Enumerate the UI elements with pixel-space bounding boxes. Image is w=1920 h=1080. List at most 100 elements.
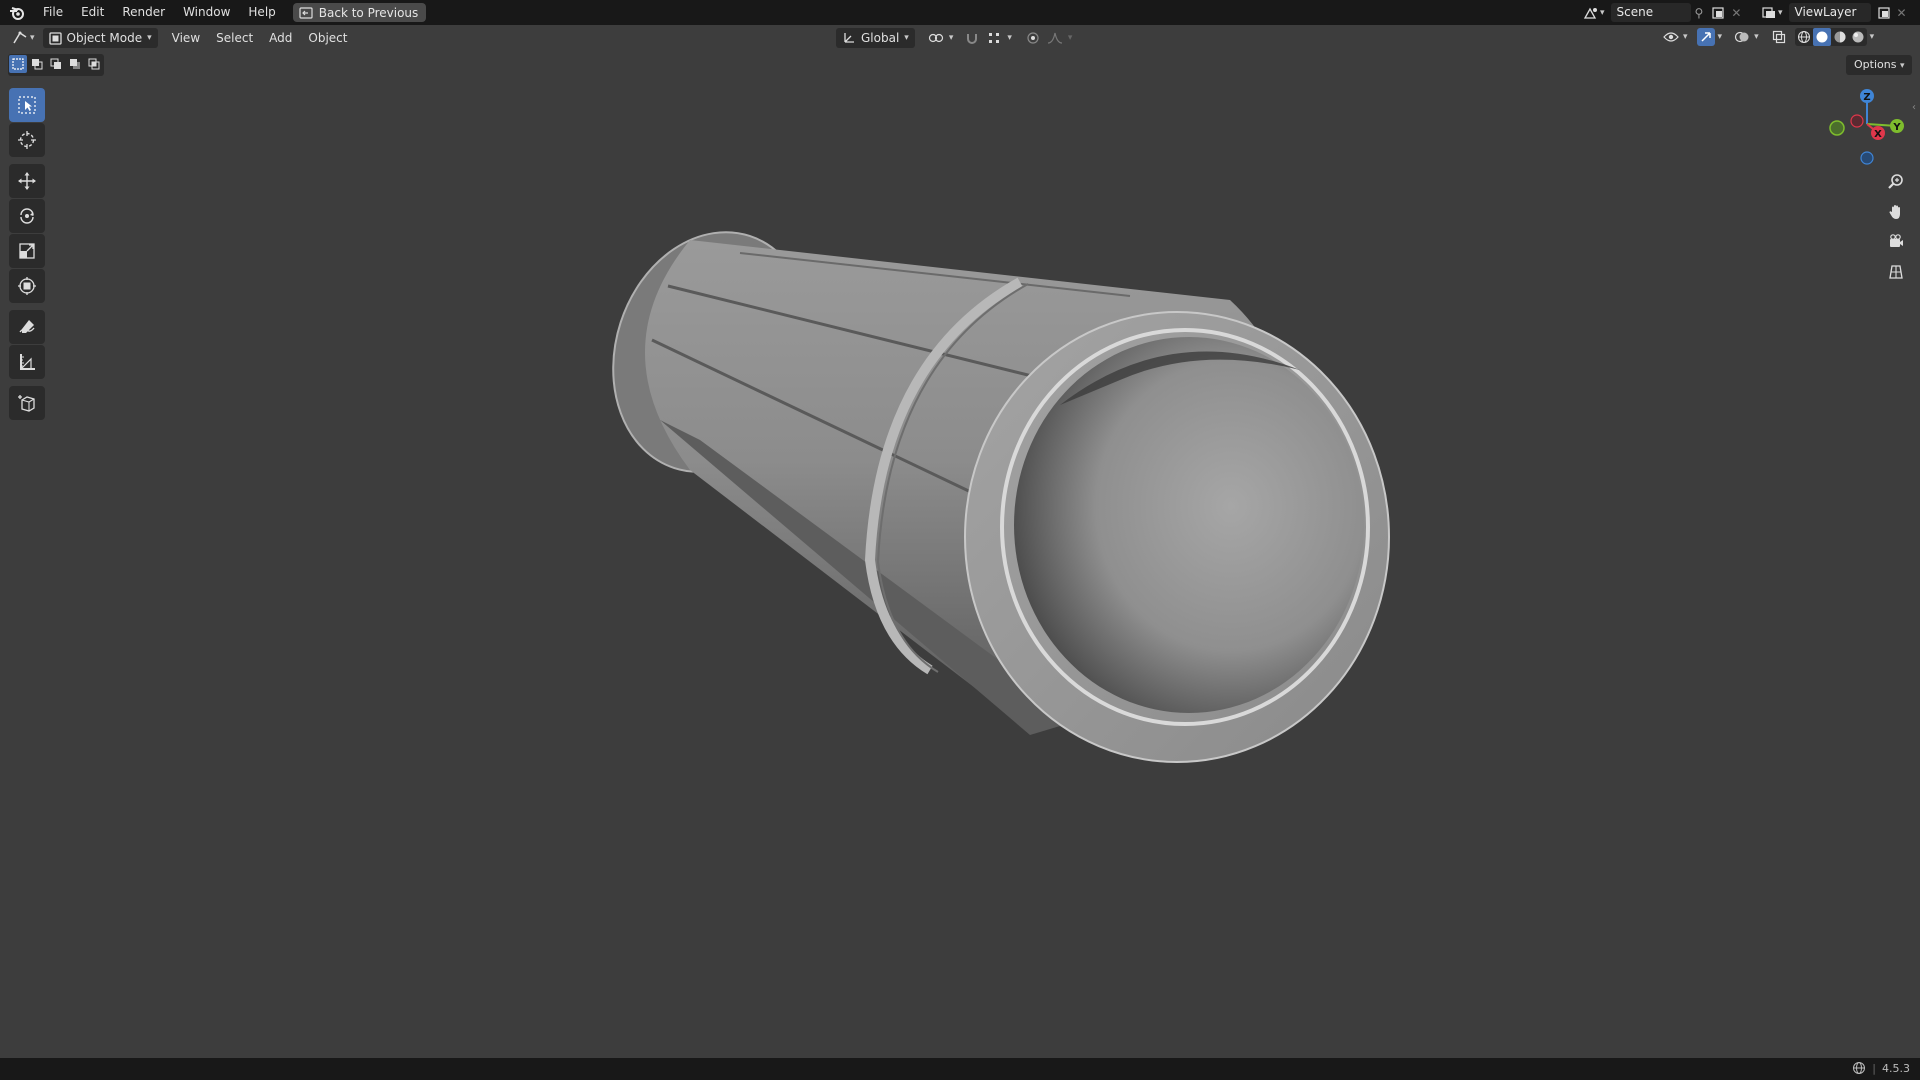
tube-opening: [1014, 337, 1364, 713]
header-menu-select[interactable]: Select: [208, 28, 261, 48]
gizmo-toggle-icon[interactable]: [1696, 28, 1715, 46]
transform-icon: [18, 277, 36, 295]
gizmo-chevron-icon[interactable]: ▾: [1718, 32, 1723, 42]
viewport-canvas[interactable]: [0, 51, 1920, 1058]
object-mode-label: Object Mode: [66, 31, 143, 45]
delete-view-layer-icon[interactable]: ✕: [1897, 6, 1907, 20]
scene-selector: ▾ Scene ⚲ ✕: [1582, 2, 1742, 23]
pan-hand-icon[interactable]: [1880, 198, 1912, 226]
rotate-icon: [20, 208, 34, 224]
menu-window[interactable]: Window: [174, 0, 239, 25]
transform-orientation-label: Global: [861, 31, 900, 45]
viewport-header: ▾ Object Mode ▾ View Select Add Object G…: [0, 25, 1920, 51]
shading-chevron-icon[interactable]: ▾: [1870, 32, 1875, 42]
navigation-gizmo[interactable]: Z Y X: [1820, 86, 1916, 166]
add-cube-tool[interactable]: [9, 386, 45, 420]
tube-mesh[interactable]: [583, 206, 1390, 763]
view-layer-icon[interactable]: [1760, 4, 1778, 22]
add-cube-icon: [18, 395, 35, 412]
menu-edit[interactable]: Edit: [72, 0, 113, 25]
chevron-down-icon: ▾: [904, 33, 909, 43]
transform-tool[interactable]: [9, 269, 45, 303]
sidebar-toggle-icon[interactable]: ‹: [1912, 102, 1916, 113]
z-axis-label: Z: [1863, 92, 1870, 103]
view-layer-name-field[interactable]: ViewLayer: [1788, 3, 1871, 22]
falloff-icon[interactable]: [1046, 29, 1064, 47]
header-menu-add[interactable]: Add: [261, 28, 300, 48]
perspective-grid-icon[interactable]: [1880, 258, 1912, 286]
x-axis-label: X: [1874, 129, 1882, 140]
pivot-chevron-icon[interactable]: ▾: [949, 33, 954, 43]
blender-logo-icon[interactable]: [0, 0, 34, 25]
menu-file[interactable]: File: [34, 0, 72, 25]
zoom-icon[interactable]: [1880, 168, 1912, 196]
pivot-point-icon[interactable]: [927, 29, 945, 47]
visibility-chevron-icon[interactable]: ▾: [1683, 32, 1688, 42]
move-tool[interactable]: [9, 164, 45, 198]
select-box-tool[interactable]: [9, 88, 45, 122]
scene-icon[interactable]: [1582, 4, 1600, 22]
version-info: | 4.5.3: [1852, 1061, 1910, 1075]
visibility-eye-icon[interactable]: [1662, 28, 1680, 46]
shading-mode-group: [1794, 28, 1867, 46]
solid-shading-icon[interactable]: [1812, 28, 1831, 46]
annotate-tool[interactable]: [9, 310, 45, 344]
measure-icon: [20, 354, 35, 370]
object-mode-icon: [48, 31, 62, 45]
header-menu-view[interactable]: View: [164, 28, 208, 48]
transform-orientation-dropdown[interactable]: Global ▾: [836, 28, 915, 48]
select-box-icon: [18, 96, 36, 114]
material-shading-icon[interactable]: [1831, 28, 1849, 46]
proportional-edit-icon[interactable]: [1024, 29, 1042, 47]
annotate-icon: [19, 320, 35, 333]
top-bar: File Edit Render Window Help Back to Pre…: [0, 0, 1920, 25]
version-label: 4.5.3: [1882, 1061, 1910, 1075]
cursor-tool[interactable]: [9, 123, 45, 157]
cursor-icon: [18, 131, 36, 149]
status-divider: |: [1872, 1061, 1876, 1075]
tool-shelf: [9, 88, 47, 421]
y-axis-label: Y: [1892, 122, 1901, 133]
editor-type-icon[interactable]: [12, 29, 30, 47]
wireframe-shading-icon[interactable]: [1795, 28, 1813, 46]
back-to-previous-button[interactable]: Back to Previous: [292, 3, 427, 22]
neg-z-axis-icon[interactable]: [1860, 151, 1874, 165]
rotate-tool[interactable]: [9, 199, 45, 233]
xray-toggle-icon[interactable]: [1770, 28, 1788, 46]
pin-icon[interactable]: ⚲: [1695, 6, 1704, 20]
neg-y-axis-icon[interactable]: [1829, 120, 1845, 136]
status-bar: | 4.5.3: [0, 1058, 1920, 1080]
orientation-axes-icon: [844, 33, 854, 43]
object-mode-dropdown[interactable]: Object Mode ▾: [42, 28, 158, 48]
view-layer-selector: ▾ ViewLayer ✕: [1760, 2, 1920, 23]
measure-tool[interactable]: [9, 345, 45, 379]
back-icon: [299, 6, 313, 19]
menu-help[interactable]: Help: [239, 0, 284, 25]
scene-name-field[interactable]: Scene: [1610, 3, 1691, 22]
falloff-chevron-icon[interactable]: ▾: [1068, 33, 1073, 43]
transform-controls: Global ▾ ▾ ▾ ▾: [836, 28, 1072, 48]
snap-toggle-icon[interactable]: [963, 29, 981, 47]
scene-chevron-icon[interactable]: ▾: [1600, 8, 1605, 18]
network-globe-icon[interactable]: [1852, 1061, 1866, 1075]
overlays-toggle-icon[interactable]: [1733, 28, 1751, 46]
overlays-chevron-icon[interactable]: ▾: [1754, 32, 1759, 42]
delete-scene-icon[interactable]: ✕: [1731, 6, 1741, 20]
scale-tool[interactable]: [9, 234, 45, 268]
new-scene-icon[interactable]: [1709, 4, 1727, 22]
rendered-shading-icon[interactable]: [1849, 28, 1867, 46]
editor-type-chevron-icon[interactable]: ▾: [30, 33, 35, 43]
header-menu-object[interactable]: Object: [300, 28, 355, 48]
snap-target-icon[interactable]: [985, 29, 1003, 47]
back-to-previous-label: Back to Previous: [318, 5, 419, 20]
neg-x-axis-icon[interactable]: [1850, 114, 1864, 128]
camera-view-icon[interactable]: [1880, 228, 1912, 256]
scale-icon: [19, 243, 35, 259]
view-layer-chevron-icon[interactable]: ▾: [1778, 8, 1783, 18]
snap-chevron-icon[interactable]: ▾: [1007, 33, 1012, 43]
move-icon: [18, 172, 36, 190]
chevron-down-icon: ▾: [147, 33, 152, 43]
menu-render[interactable]: Render: [113, 0, 174, 25]
viewport-shading-controls: ▾ ▾ ▾ ▾: [1662, 28, 1874, 46]
new-view-layer-icon[interactable]: [1875, 4, 1893, 22]
